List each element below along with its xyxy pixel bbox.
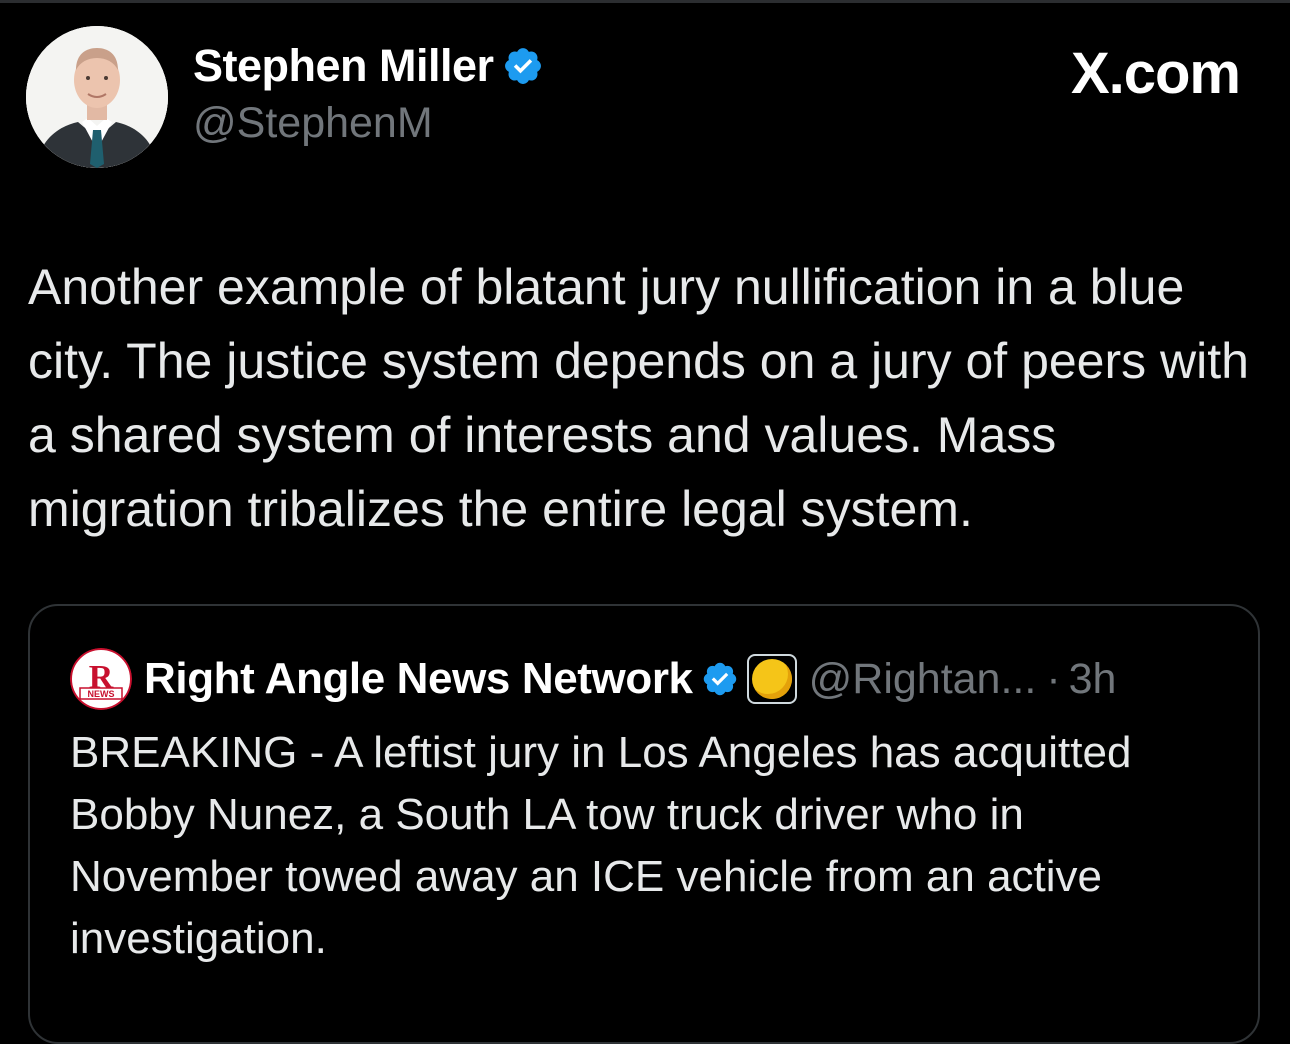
- verified-badge-icon[interactable]: [502, 45, 544, 87]
- quoted-tweet-body: BREAKING - A leftist jury in Los Angeles…: [70, 728, 1132, 963]
- quoted-timestamp[interactable]: 3h: [1069, 655, 1117, 704]
- quoted-display-name[interactable]: Right Angle News Network: [144, 654, 693, 704]
- meta-separator: ·: [1046, 654, 1061, 703]
- affiliation-badge-icon[interactable]: [746, 654, 797, 704]
- brand-logo-text: X.com: [1070, 41, 1241, 106]
- affiliation-dot-icon: [751, 659, 792, 699]
- author-avatar[interactable]: [26, 26, 168, 168]
- quoted-tweet-card[interactable]: R NEWS Right Angle News Network @Rightan…: [28, 604, 1260, 1044]
- quoted-handle[interactable]: @Rightan...: [809, 655, 1037, 704]
- top-divider: [0, 0, 1290, 3]
- avatar-photo: [26, 26, 168, 168]
- author-name-row: Stephen Miller: [193, 40, 544, 92]
- author-handle[interactable]: @StephenM: [193, 99, 433, 148]
- quoted-tweet-header: R NEWS Right Angle News Network @Rightan…: [70, 648, 1116, 710]
- author-display-name[interactable]: Stephen Miller: [193, 40, 494, 92]
- tweet-body: Another example of blatant jury nullific…: [28, 259, 1249, 537]
- quoted-verified-badge-icon[interactable]: [701, 660, 739, 698]
- news-logo-icon[interactable]: R NEWS: [70, 648, 132, 710]
- svg-text:NEWS: NEWS: [88, 689, 115, 699]
